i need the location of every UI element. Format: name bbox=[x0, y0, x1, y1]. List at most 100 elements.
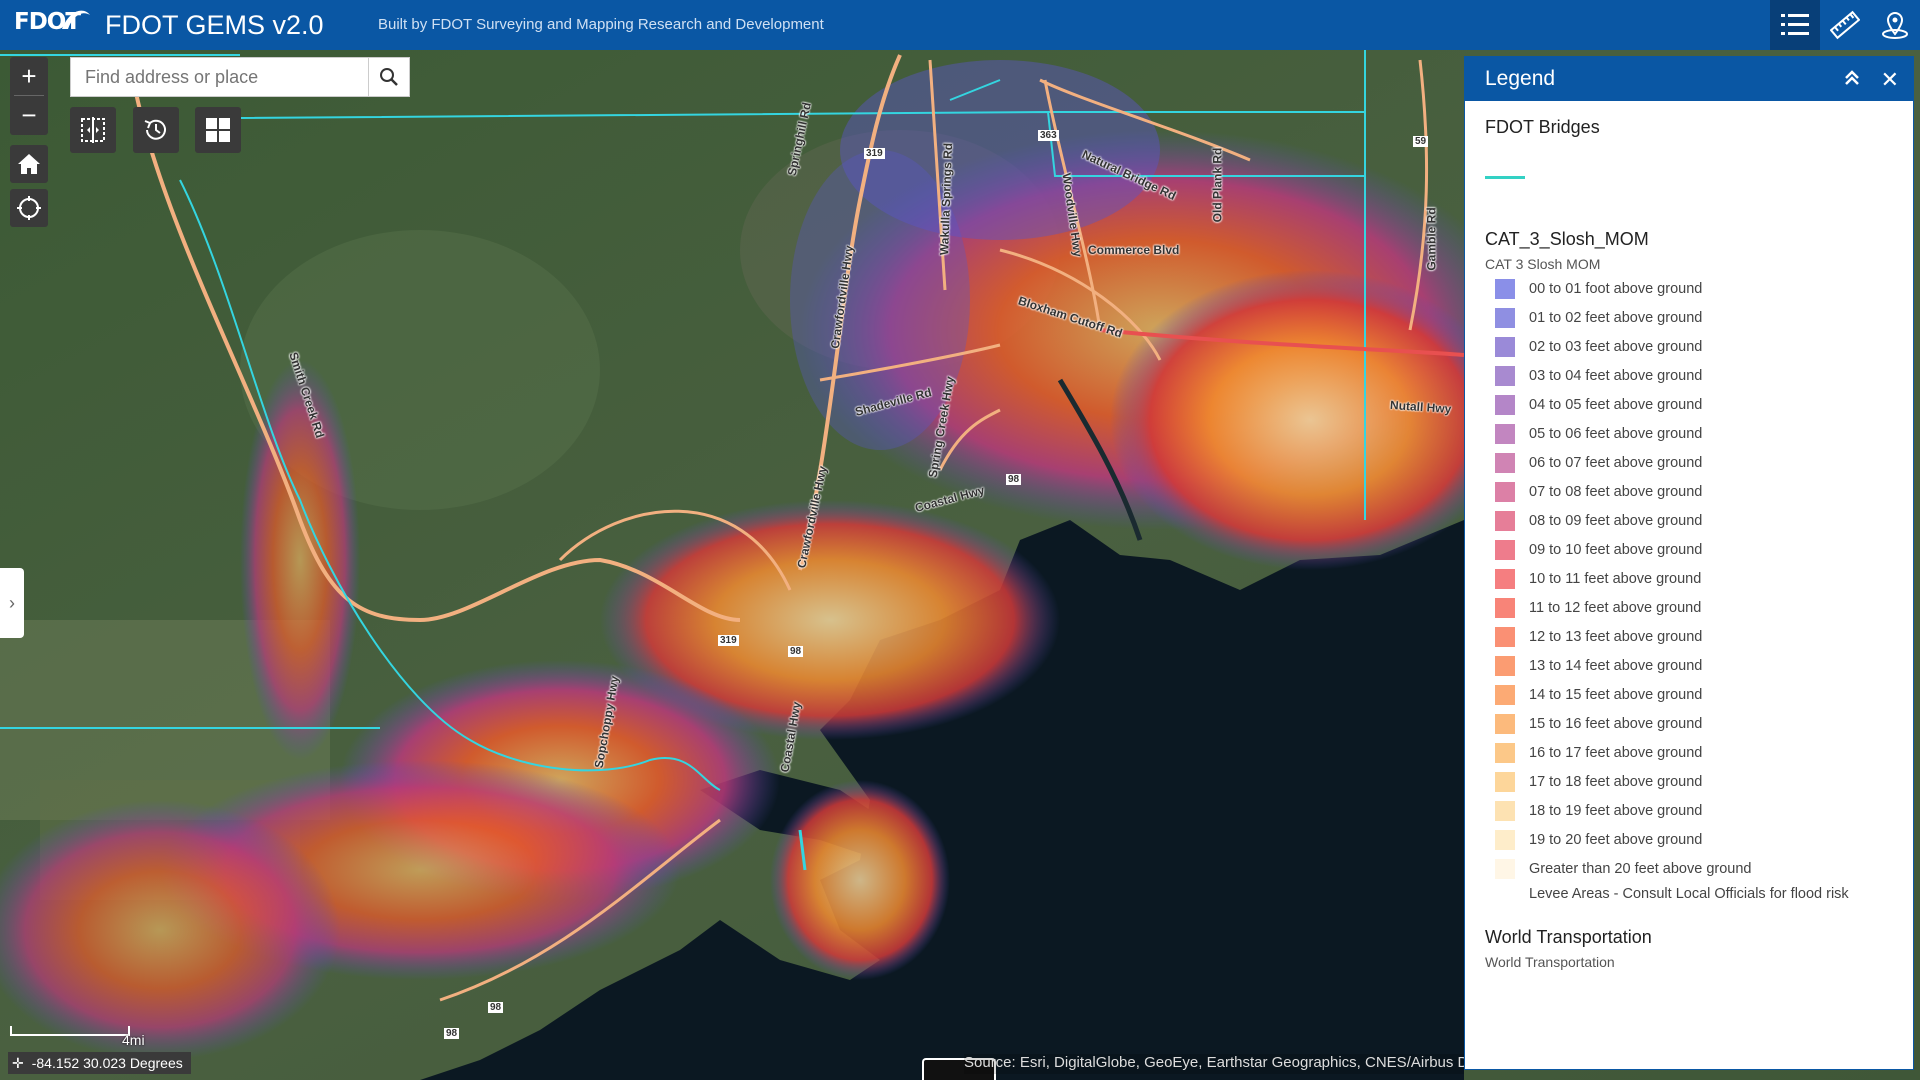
app-subtitle: Built by FDOT Surveying and Mapping Rese… bbox=[378, 16, 824, 33]
measure-ruler-icon bbox=[1830, 10, 1860, 40]
layer-title-fdot-bridges: FDOT Bridges bbox=[1485, 117, 1600, 137]
legend-item: 03 to 04 feet above ground bbox=[1485, 361, 1897, 390]
legend-item: 17 to 18 feet above ground bbox=[1485, 767, 1897, 796]
legend-swatch bbox=[1495, 481, 1515, 502]
scale-bar bbox=[10, 1026, 130, 1036]
highway-shield: 98 bbox=[788, 646, 804, 657]
highway-shield: 98 bbox=[1006, 474, 1022, 485]
legend-item: 13 to 14 feet above ground bbox=[1485, 651, 1897, 680]
location-pin-icon bbox=[1882, 12, 1908, 39]
layer-subtitle-world-transportation: World Transportation bbox=[1485, 954, 1615, 970]
legend-swatch bbox=[1495, 423, 1515, 444]
fdot-logo-swoosh-icon bbox=[62, 10, 90, 29]
legend-item-label: 18 to 19 feet above ground bbox=[1529, 802, 1703, 819]
collapse-button[interactable] bbox=[1843, 69, 1861, 92]
legend-content: FDOT Bridges CAT_3_Slosh_MOM CAT 3 Slosh… bbox=[1485, 117, 1897, 970]
coordinate-toggle-icon[interactable]: ✛ bbox=[12, 1055, 24, 1072]
side-panel-toggle[interactable]: › bbox=[0, 568, 24, 638]
legend-item-label: 02 to 03 feet above ground bbox=[1529, 338, 1703, 355]
legend-item: 09 to 10 feet above ground bbox=[1485, 535, 1897, 564]
legend-item-label: 10 to 11 feet above ground bbox=[1529, 570, 1702, 587]
slosh-legend-list: 00 to 01 foot above ground 01 to 02 feet … bbox=[1485, 274, 1897, 905]
basemap-gallery-button[interactable] bbox=[195, 107, 241, 153]
legend-item-label: 15 to 16 feet above ground bbox=[1529, 715, 1703, 732]
zoom-out-button[interactable]: − bbox=[10, 96, 48, 134]
legend-item-label: 11 to 12 feet above ground bbox=[1529, 599, 1702, 616]
legend-item: 18 to 19 feet above ground bbox=[1485, 796, 1897, 825]
highway-shield: 59 bbox=[1413, 136, 1429, 147]
legend-title: Legend bbox=[1485, 67, 1556, 90]
map-attribution: Source: Esri, DigitalGlobe, GeoEye, Eart… bbox=[964, 1054, 1464, 1074]
legend-item: 16 to 17 feet above ground bbox=[1485, 738, 1897, 767]
legend-item-label: 16 to 17 feet above ground bbox=[1529, 744, 1703, 761]
legend-swatch bbox=[1495, 655, 1515, 676]
history-button[interactable] bbox=[133, 107, 179, 153]
legend-item-label: 13 to 14 feet above ground bbox=[1529, 657, 1703, 674]
highway-shield: 363 bbox=[1038, 130, 1059, 141]
legend-item: 00 to 01 foot above ground bbox=[1485, 274, 1897, 303]
legend-item-label: 19 to 20 feet above ground bbox=[1529, 831, 1703, 848]
zoom-control: + − bbox=[10, 57, 48, 135]
bridge-line-symbol bbox=[1485, 176, 1525, 179]
legend-swatch bbox=[1495, 365, 1515, 386]
legend-swatch bbox=[1495, 771, 1515, 792]
legend-item: Greater than 20 feet above ground bbox=[1485, 854, 1897, 883]
close-button[interactable]: ✕ bbox=[1881, 67, 1899, 93]
legend-item-label: 06 to 07 feet above ground bbox=[1529, 454, 1703, 471]
legend-item-label: 09 to 10 feet above ground bbox=[1529, 541, 1703, 558]
legend-header: Legend ✕ bbox=[1465, 57, 1913, 101]
legend-item-label: 12 to 13 feet above ground bbox=[1529, 628, 1703, 645]
legend-item: Levee Areas - Consult Local Officials fo… bbox=[1485, 885, 1897, 905]
legend-item: 19 to 20 feet above ground bbox=[1485, 825, 1897, 854]
scale-label: 4mi bbox=[122, 1032, 145, 1048]
history-clock-icon bbox=[144, 119, 166, 140]
legend-item: 07 to 08 feet above ground bbox=[1485, 477, 1897, 506]
search-box bbox=[70, 57, 410, 97]
legend-swatch bbox=[1495, 626, 1515, 647]
app-title: FDOT GEMS v2.0 bbox=[105, 10, 324, 40]
search-input[interactable] bbox=[71, 58, 369, 96]
road-label: Commerce Blvd bbox=[1088, 243, 1180, 257]
legend-item-label: Levee Areas - Consult Local Officials fo… bbox=[1529, 886, 1849, 902]
legend-swatch bbox=[1495, 394, 1515, 415]
swipe-compare-icon bbox=[81, 117, 105, 143]
search-icon bbox=[380, 68, 398, 86]
legend-item: 06 to 07 feet above ground bbox=[1485, 448, 1897, 477]
road-label: Old Plank Rd bbox=[1210, 147, 1225, 223]
legend-item: 14 to 15 feet above ground bbox=[1485, 680, 1897, 709]
legend-swatch bbox=[1495, 278, 1515, 299]
legend-swatch bbox=[1495, 597, 1515, 618]
highway-shield: 319 bbox=[718, 635, 739, 646]
legend-item-label: 05 to 06 feet above ground bbox=[1529, 425, 1703, 442]
chevron-right-icon: › bbox=[9, 592, 15, 613]
legend-item: 15 to 16 feet above ground bbox=[1485, 709, 1897, 738]
legend-swatch bbox=[1495, 829, 1515, 850]
search-button[interactable] bbox=[368, 58, 409, 96]
highway-shield: 98 bbox=[488, 1002, 504, 1013]
legend-item: 01 to 02 feet above ground bbox=[1485, 303, 1897, 332]
legend-button[interactable] bbox=[1770, 0, 1820, 50]
zoom-in-button[interactable]: + bbox=[10, 57, 48, 95]
legend-swatch bbox=[1495, 800, 1515, 821]
legend-swatch bbox=[1495, 885, 1515, 905]
legend-swatch bbox=[1495, 539, 1515, 560]
legend-swatch bbox=[1495, 510, 1515, 531]
legend-item-label: 07 to 08 feet above ground bbox=[1529, 483, 1703, 500]
home-icon bbox=[18, 154, 40, 174]
crosshair-icon bbox=[17, 196, 41, 220]
swipe-compare-button[interactable] bbox=[70, 107, 116, 153]
legend-item-label: 04 to 05 feet above ground bbox=[1529, 396, 1703, 413]
legend-item: 04 to 05 feet above ground bbox=[1485, 390, 1897, 419]
locate-button[interactable] bbox=[1870, 0, 1920, 50]
legend-item: 11 to 12 feet above ground bbox=[1485, 593, 1897, 622]
legend-item-label: 08 to 09 feet above ground bbox=[1529, 512, 1703, 529]
double-chevron-up-icon bbox=[1845, 70, 1859, 85]
my-location-button[interactable] bbox=[10, 189, 48, 227]
home-button[interactable] bbox=[10, 145, 48, 183]
legend-item-label: 03 to 04 feet above ground bbox=[1529, 367, 1703, 384]
coordinate-text: -84.152 30.023 Degrees bbox=[31, 1055, 183, 1071]
measure-button[interactable] bbox=[1820, 0, 1870, 50]
layer-subtitle-cat3-slosh: CAT 3 Slosh MOM bbox=[1485, 256, 1601, 272]
coordinate-readout: ✛ -84.152 30.023 Degrees bbox=[8, 1052, 191, 1074]
legend-item-label: 00 to 01 foot above ground bbox=[1529, 280, 1703, 297]
